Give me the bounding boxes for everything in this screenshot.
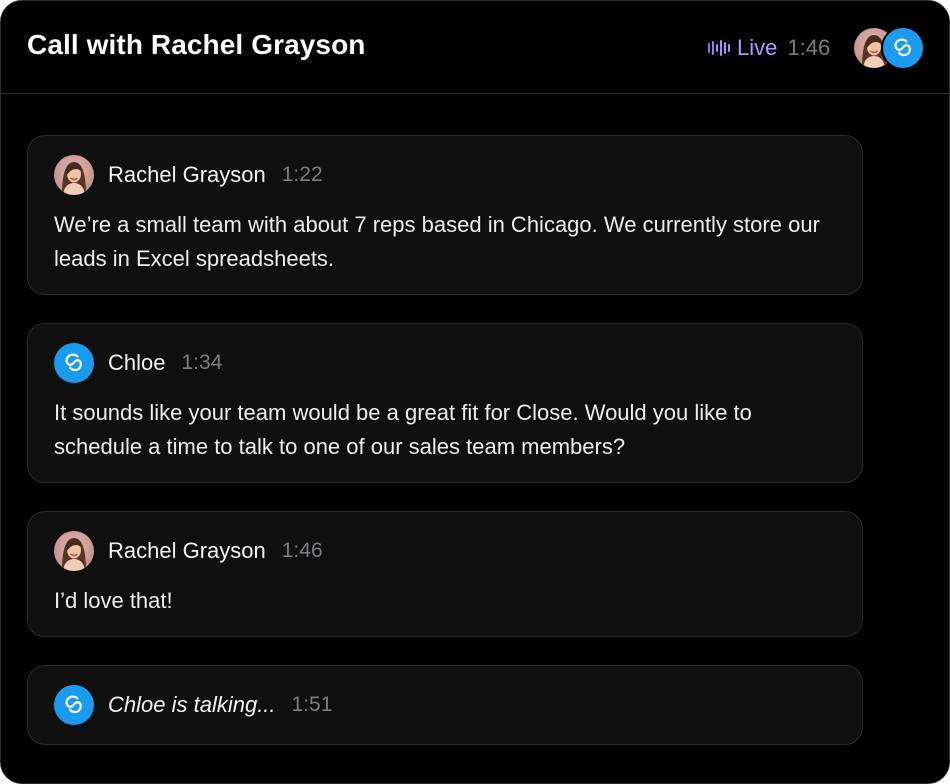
speaker-name: Rachel Grayson xyxy=(108,162,266,187)
close-logo-icon xyxy=(894,38,911,57)
audio-wave-icon xyxy=(708,40,730,56)
agent-avatar xyxy=(54,685,94,725)
message-time: 1:22 xyxy=(281,163,323,186)
message-header: Rachel Grayson 1:22 xyxy=(54,155,323,195)
message-time: 1:46 xyxy=(281,539,323,562)
typing-time: 1:51 xyxy=(291,693,333,716)
typing-header: Chloe is talking... 1:51 xyxy=(54,685,332,725)
typing-indicator: Chloe is talking... 1:51 xyxy=(27,665,863,745)
speaker-name: Chloe xyxy=(108,350,166,375)
close-logo-icon xyxy=(65,695,82,714)
caller-avatar xyxy=(54,531,94,571)
call-header: Call with Rachel Grayson Live 1:46 xyxy=(1,1,949,94)
message-header: Chloe 1:34 xyxy=(54,343,222,383)
transcript-message: Rachel Grayson 1:46 I’d love that! xyxy=(27,511,863,637)
call-duration: 1:46 xyxy=(787,35,831,60)
transcript-message: Chloe 1:34 It sounds like your team woul… xyxy=(27,323,863,483)
message-header: Rachel Grayson 1:46 xyxy=(54,531,323,571)
caller-avatar xyxy=(54,155,94,195)
live-status: Live 1:46 xyxy=(707,34,830,62)
call-title: Call with Rachel Grayson xyxy=(27,29,366,60)
message-time: 1:34 xyxy=(181,351,223,374)
agent-avatar xyxy=(881,26,925,70)
message-text: I’d love that! xyxy=(54,588,173,613)
message-text: It sounds like your team would be a grea… xyxy=(54,400,752,459)
live-label: Live xyxy=(737,35,778,60)
transcript-message: Rachel Grayson 1:22 We’re a small team w… xyxy=(27,135,863,295)
speaker-name: Rachel Grayson xyxy=(108,538,266,563)
message-text: We’re a small team with about 7 reps bas… xyxy=(54,212,820,271)
typing-label: Chloe is talking... xyxy=(108,692,276,717)
call-window: Call with Rachel Grayson Live 1:46 Rache… xyxy=(0,0,950,784)
close-logo-icon xyxy=(65,353,82,372)
agent-avatar xyxy=(54,343,94,383)
